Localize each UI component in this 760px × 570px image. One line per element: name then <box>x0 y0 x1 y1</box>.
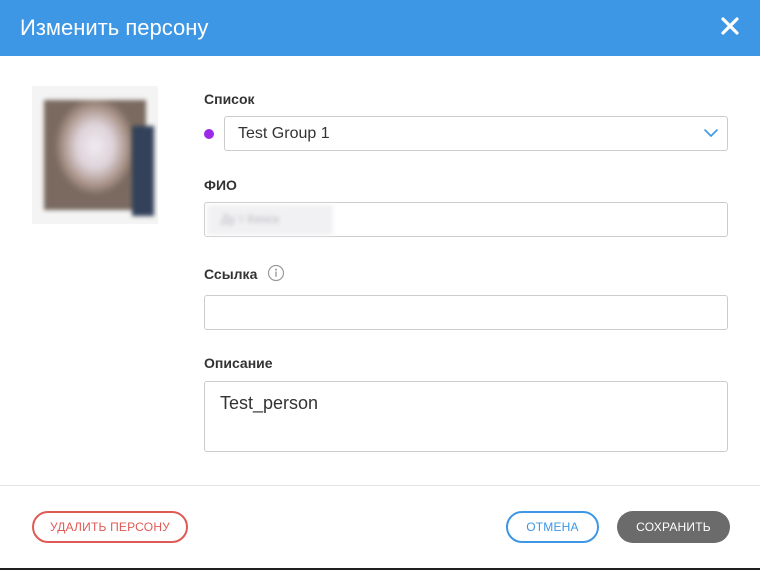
list-select[interactable]: Test Group 1 <box>224 116 728 151</box>
dialog-header: Изменить персону <box>0 0 760 56</box>
person-photo-image <box>44 100 146 210</box>
info-icon[interactable] <box>267 264 285 282</box>
link-label: Ссылка <box>204 266 258 282</box>
close-icon <box>721 17 739 35</box>
dialog-title: Изменить персону <box>20 15 209 40</box>
delete-person-button[interactable]: УДАЛИТЬ ПЕРСОНУ <box>32 511 188 543</box>
edit-person-dialog: Изменить персону Список Test Group 1 ФИО… <box>0 0 760 568</box>
chevron-down-icon <box>704 129 718 137</box>
list-label: Список <box>204 91 255 107</box>
list-color-dot <box>204 129 214 139</box>
person-photo-background <box>132 126 154 216</box>
list-select-value: Test Group 1 <box>238 125 330 142</box>
person-photo <box>32 86 158 224</box>
description-label: Описание <box>204 355 273 371</box>
cancel-button[interactable]: ОТМЕНА <box>506 511 599 543</box>
fio-input[interactable]: Ду т Кенск <box>204 202 728 237</box>
save-button[interactable]: СОХРАНИТЬ <box>617 511 730 543</box>
fio-label: ФИО <box>204 177 237 193</box>
close-button[interactable] <box>714 10 746 42</box>
footer-divider <box>0 485 760 486</box>
fio-input-value: Ду т Кенск <box>221 212 280 226</box>
description-textarea[interactable]: Test_person <box>204 381 728 452</box>
link-input[interactable] <box>204 295 728 330</box>
